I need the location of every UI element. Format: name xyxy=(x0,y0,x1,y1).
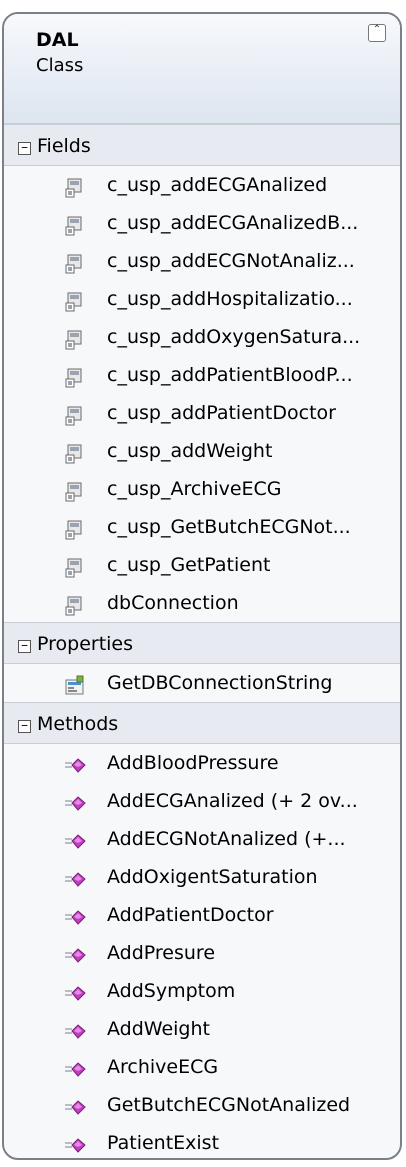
property-icon xyxy=(64,672,86,695)
field-item[interactable]: c_usp_addECGAnalized xyxy=(4,166,400,204)
method-item[interactable]: AddWeight xyxy=(4,1010,400,1048)
method-icon xyxy=(64,1018,86,1040)
method-item[interactable]: ArchiveECG xyxy=(4,1048,400,1086)
field-item[interactable]: c_usp_addPatientDoctor xyxy=(4,394,400,432)
field-icon xyxy=(64,516,86,540)
class-name: DAL xyxy=(36,29,79,51)
field-icon xyxy=(64,364,86,388)
method-item-label: GetButchECGNotAnalized xyxy=(107,1094,351,1116)
method-icon xyxy=(64,1094,86,1116)
collapse-properties-toggle[interactable]: − xyxy=(18,640,31,653)
method-icon xyxy=(64,1056,86,1078)
field-item-label: c_usp_GetButchECGNot... xyxy=(107,516,351,538)
method-icon xyxy=(64,752,86,774)
field-icon xyxy=(64,554,86,578)
field-icon xyxy=(64,174,86,198)
method-item[interactable]: AddECGNotAnalized (+... xyxy=(4,820,400,858)
method-icon xyxy=(64,828,86,850)
property-item-label: GetDBConnectionString xyxy=(107,672,333,694)
section-header-fields[interactable]: − Fields xyxy=(4,124,400,166)
method-item[interactable]: AddSymptom xyxy=(4,972,400,1010)
field-item-label: c_usp_addPatientBloodP... xyxy=(107,364,353,386)
section-title-methods: Methods xyxy=(37,713,119,735)
section-header-methods[interactable]: − Methods xyxy=(4,702,400,744)
method-item-label: AddWeight xyxy=(107,1018,210,1040)
class-shape-dal[interactable]: DAL Class ⌃ − Fields c_usp_addECGAnalized… xyxy=(2,12,402,1160)
class-header: DAL Class ⌃ xyxy=(4,14,400,124)
method-item[interactable]: AddECGAnalized (+ 2 ov... xyxy=(4,782,400,820)
field-icon xyxy=(64,288,86,312)
field-item-label: c_usp_addOxygenSatura... xyxy=(107,326,361,348)
method-icon xyxy=(64,790,86,812)
collapse-methods-toggle[interactable]: − xyxy=(18,720,31,733)
method-icon xyxy=(64,980,86,1002)
method-item[interactable]: GetButchECGNotAnalized xyxy=(4,1086,400,1124)
field-item-label: c_usp_addECGAnalized xyxy=(107,174,328,196)
method-item[interactable]: AddBloodPressure xyxy=(4,744,400,782)
field-item[interactable]: c_usp_addHospitalizatio... xyxy=(4,280,400,318)
field-item-label: c_usp_ArchiveECG xyxy=(107,478,282,500)
method-item-label: PatientExist xyxy=(107,1132,220,1154)
field-item[interactable]: c_usp_ArchiveECG xyxy=(4,470,400,508)
field-item[interactable]: c_usp_addECGNotAnaliz... xyxy=(4,242,400,280)
field-item-label: c_usp_addWeight xyxy=(107,440,273,462)
properties-list: GetDBConnectionString xyxy=(4,664,400,702)
method-item-label: AddECGAnalized (+ 2 ov... xyxy=(107,790,358,812)
field-icon xyxy=(64,478,86,502)
method-icon xyxy=(64,866,86,888)
method-item[interactable]: PatientExist xyxy=(4,1124,400,1158)
fields-list: c_usp_addECGAnalized c_usp_addECGAnalized… xyxy=(4,166,400,622)
field-icon xyxy=(64,592,86,616)
field-item-label: c_usp_addHospitalizatio... xyxy=(107,288,353,310)
method-icon xyxy=(64,1132,86,1154)
method-icon xyxy=(64,942,86,964)
collapse-chevron-icon[interactable]: ⌃ xyxy=(368,24,386,42)
field-item[interactable]: c_usp_GetButchECGNot... xyxy=(4,508,400,546)
field-item-label: c_usp_addECGNotAnaliz... xyxy=(107,250,355,272)
field-item[interactable]: c_usp_addWeight xyxy=(4,432,400,470)
field-item-label: c_usp_GetPatient xyxy=(107,554,271,576)
method-item-label: AddBloodPressure xyxy=(107,752,279,774)
method-icon xyxy=(64,904,86,926)
methods-list: AddBloodPressure AddECGAnalized (+ 2 ov..… xyxy=(4,744,400,1158)
method-item[interactable]: AddPatientDoctor xyxy=(4,896,400,934)
field-icon xyxy=(64,212,86,236)
field-item[interactable]: c_usp_addECGAnalizedB... xyxy=(4,204,400,242)
field-item[interactable]: c_usp_addPatientBloodP... xyxy=(4,356,400,394)
field-item[interactable]: dbConnection xyxy=(4,584,400,622)
section-header-properties[interactable]: − Properties xyxy=(4,622,400,664)
collapse-fields-toggle[interactable]: − xyxy=(18,142,31,155)
field-icon xyxy=(64,326,86,350)
method-item[interactable]: AddOxigentSaturation xyxy=(4,858,400,896)
field-item-label: c_usp_addPatientDoctor xyxy=(107,402,336,424)
field-icon xyxy=(64,402,86,426)
method-item-label: AddPresure xyxy=(107,942,216,964)
field-item[interactable]: c_usp_GetPatient xyxy=(4,546,400,584)
field-item[interactable]: c_usp_addOxygenSatura... xyxy=(4,318,400,356)
method-item-label: AddSymptom xyxy=(107,980,236,1002)
method-item[interactable]: AddPresure xyxy=(4,934,400,972)
field-item-label: c_usp_addECGAnalizedB... xyxy=(107,212,359,234)
method-item-label: AddOxigentSaturation xyxy=(107,866,318,888)
section-title-fields: Fields xyxy=(37,135,91,157)
method-item-label: AddPatientDoctor xyxy=(107,904,274,926)
section-title-properties: Properties xyxy=(37,633,134,655)
field-icon xyxy=(64,440,86,464)
property-item[interactable]: GetDBConnectionString xyxy=(4,664,400,702)
method-item-label: ArchiveECG xyxy=(107,1056,219,1078)
field-item-label: dbConnection xyxy=(107,592,239,614)
class-stereotype: Class xyxy=(36,55,84,76)
field-icon xyxy=(64,250,86,274)
method-item-label: AddECGNotAnalized (+... xyxy=(107,828,346,850)
